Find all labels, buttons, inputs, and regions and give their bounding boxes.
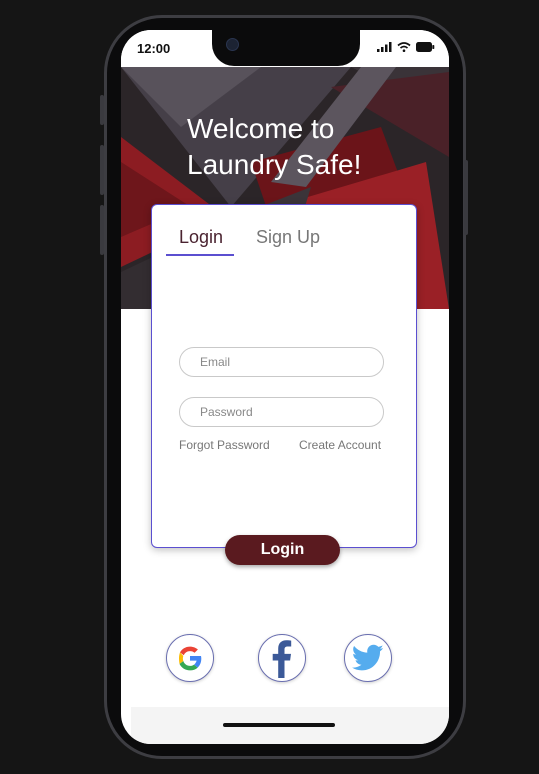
forgot-password-link[interactable]: Forgot Password (179, 438, 270, 452)
battery-icon (416, 42, 435, 52)
login-card: Login Sign Up Forgot Password Create Acc… (151, 204, 417, 548)
tab-login[interactable]: Login (179, 227, 223, 248)
google-login-button[interactable] (166, 634, 214, 682)
status-time: 12:00 (137, 41, 171, 56)
side-button (100, 95, 104, 125)
facebook-icon (272, 640, 292, 678)
screen: 12:00 Welcome to Laundry Safe! Login Sig… (121, 30, 449, 744)
status-icons (377, 42, 435, 52)
email-field[interactable] (179, 347, 384, 377)
welcome-title: Welcome to Laundry Safe! (187, 111, 361, 183)
create-account-link[interactable]: Create Account (299, 438, 381, 452)
wifi-icon (397, 42, 411, 52)
active-tab-indicator (166, 254, 234, 256)
welcome-line-2: Laundry Safe! (187, 149, 362, 180)
password-field[interactable] (179, 397, 384, 427)
side-button (100, 145, 104, 195)
camera-icon (226, 38, 239, 51)
twitter-icon (352, 644, 384, 671)
twitter-login-button[interactable] (344, 634, 392, 682)
home-indicator[interactable] (223, 723, 335, 727)
signal-icon (377, 42, 392, 52)
side-button (100, 205, 104, 255)
side-button (464, 160, 468, 235)
facebook-login-button[interactable] (258, 634, 306, 682)
google-icon (179, 646, 202, 671)
tab-signup[interactable]: Sign Up (256, 227, 320, 248)
login-button[interactable]: Login (225, 535, 340, 565)
welcome-line-1: Welcome to (187, 113, 335, 144)
